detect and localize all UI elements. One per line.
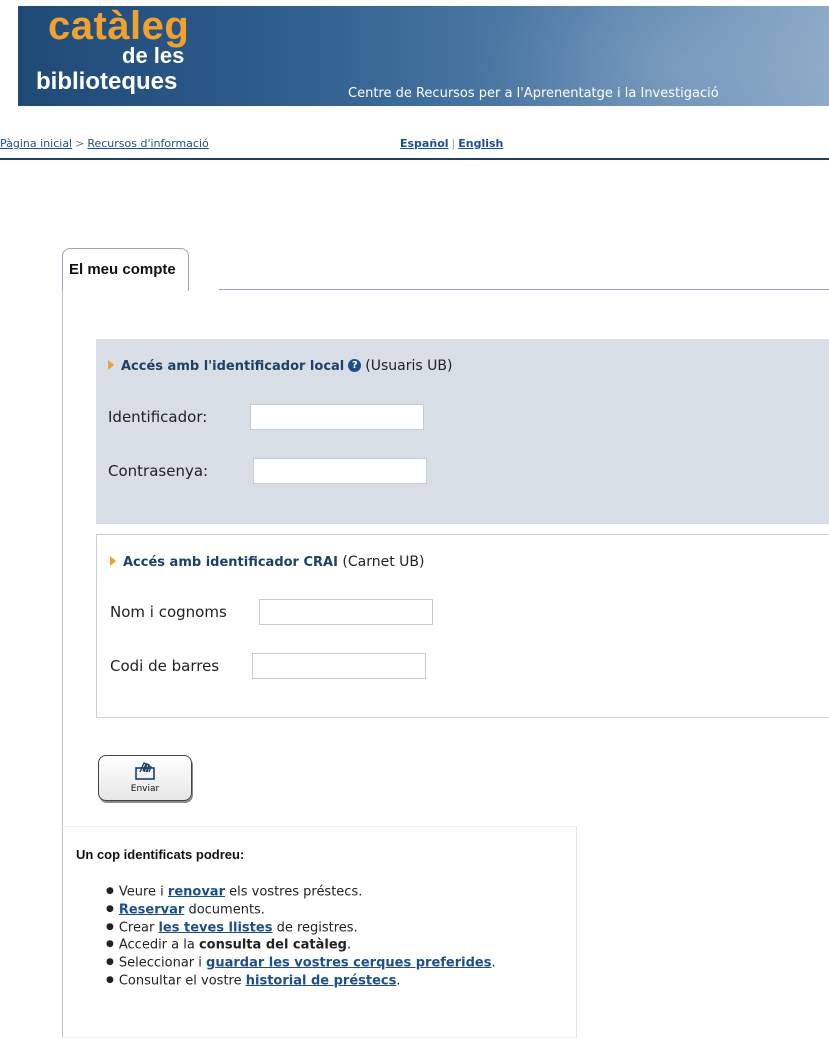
reserve-link[interactable]: Reservar [119, 902, 184, 917]
breadcrumb-home-link[interactable]: Pàgina inicial [0, 137, 72, 150]
crai-login-suffix: (Carnet UB) [342, 554, 425, 570]
crai-login-link[interactable]: Accés amb identificador CRAI [123, 555, 338, 570]
breadcrumb-current-link[interactable]: Recursos d'informació [87, 137, 208, 150]
header-banner: catàleg de les biblioteques Centre de Re… [18, 6, 829, 106]
identifier-label: Identificador: [108, 408, 208, 426]
breadcrumb-separator: > [75, 137, 85, 150]
tab-underline [219, 289, 829, 290]
help-icon[interactable]: ? [348, 358, 362, 372]
bullet-icon: ● [106, 974, 114, 985]
renew-link[interactable]: renovar [168, 884, 225, 899]
info-box: Un cop identificats podreu: ● Veure i ren… [62, 826, 577, 1038]
bullet-icon: ● [106, 886, 114, 896]
list-item-text: els vostres préstecs. [225, 884, 363, 900]
list-item-text: Accedir a la [118, 937, 199, 953]
identifier-input[interactable] [250, 404, 424, 430]
saved-searches-link[interactable]: guardar les vostres cerques preferides [206, 955, 491, 970]
local-login-link[interactable]: Accés amb l'identificador local [121, 359, 344, 374]
triangle-arrow-icon [110, 556, 116, 566]
list-item-text: Veure i [118, 884, 168, 900]
list-item: ● Accedir a la consulta del catàleg. [106, 936, 496, 954]
list-item-text: Consultar el vostre [118, 973, 246, 988]
breadcrumb: Pàgina inicial > Recursos d'informació [0, 137, 209, 150]
list-item-text: de registres. [272, 919, 358, 935]
tab-my-account[interactable]: El meu compte [62, 248, 189, 291]
list-item: ● Seleccionar i guardar les vostres cerqu… [106, 954, 496, 972]
bullet-icon: ● [106, 903, 114, 914]
language-spanish-link[interactable]: Español [400, 137, 449, 150]
barcode-label: Codi de barres [110, 657, 220, 675]
list-item-text: Crear [118, 919, 159, 935]
list-item-text: . [396, 973, 401, 988]
logo-biblioteques[interactable]: biblioteques [36, 68, 177, 96]
bullet-icon: ● [106, 957, 114, 967]
triangle-arrow-icon [108, 360, 114, 370]
list-item: ● Reservar documents. [106, 901, 496, 919]
navigation-bar: Pàgina inicial > Recursos d'informació Esp… [0, 130, 829, 160]
lists-link[interactable]: les teves llistes [158, 920, 272, 935]
info-list: ● Veure i renovar els vostres préstecs. ●… [106, 883, 496, 990]
logo-de-les[interactable]: de les [122, 43, 184, 69]
hand-card-icon [135, 762, 155, 780]
local-login-title: Accés amb l'identificador local? (Usuaris… [108, 358, 452, 374]
password-input[interactable] [253, 458, 427, 484]
banner-subtitle: Centre de Recursos per a l'Aprenentatge … [348, 86, 719, 101]
list-item-text: Seleccionar i [118, 955, 207, 971]
submit-label: Enviar [130, 784, 160, 794]
loan-history-link[interactable]: historial de préstecs [246, 973, 397, 988]
language-switcher: Español | English [400, 137, 503, 150]
catalog-query-text: consulta del catàleg [198, 937, 347, 953]
list-item-text: . [346, 937, 352, 953]
barcode-input[interactable] [252, 653, 426, 679]
password-label: Contrasenya: [108, 462, 209, 480]
list-item: ● Consultar el vostre historial de préste… [106, 972, 496, 990]
bullet-icon: ● [106, 939, 114, 950]
name-label: Nom i cognoms [110, 603, 227, 621]
crai-login-title: Accés amb identificador CRAI (Carnet UB) [110, 554, 424, 570]
name-input[interactable] [259, 599, 433, 625]
info-title: Un cop identificats podreu: [76, 847, 245, 862]
list-item-text: documents. [184, 902, 265, 917]
language-english-link[interactable]: English [458, 137, 503, 150]
submit-button[interactable]: Enviar [98, 755, 192, 801]
language-divider: | [451, 137, 456, 150]
local-login-suffix: (Usuaris UB) [365, 358, 453, 374]
list-item: ● Crear les teves llistes de registres. [106, 919, 496, 937]
bullet-icon: ● [106, 921, 114, 932]
list-item-text: . [491, 955, 496, 971]
list-item: ● Veure i renovar els vostres préstecs. [106, 883, 496, 901]
